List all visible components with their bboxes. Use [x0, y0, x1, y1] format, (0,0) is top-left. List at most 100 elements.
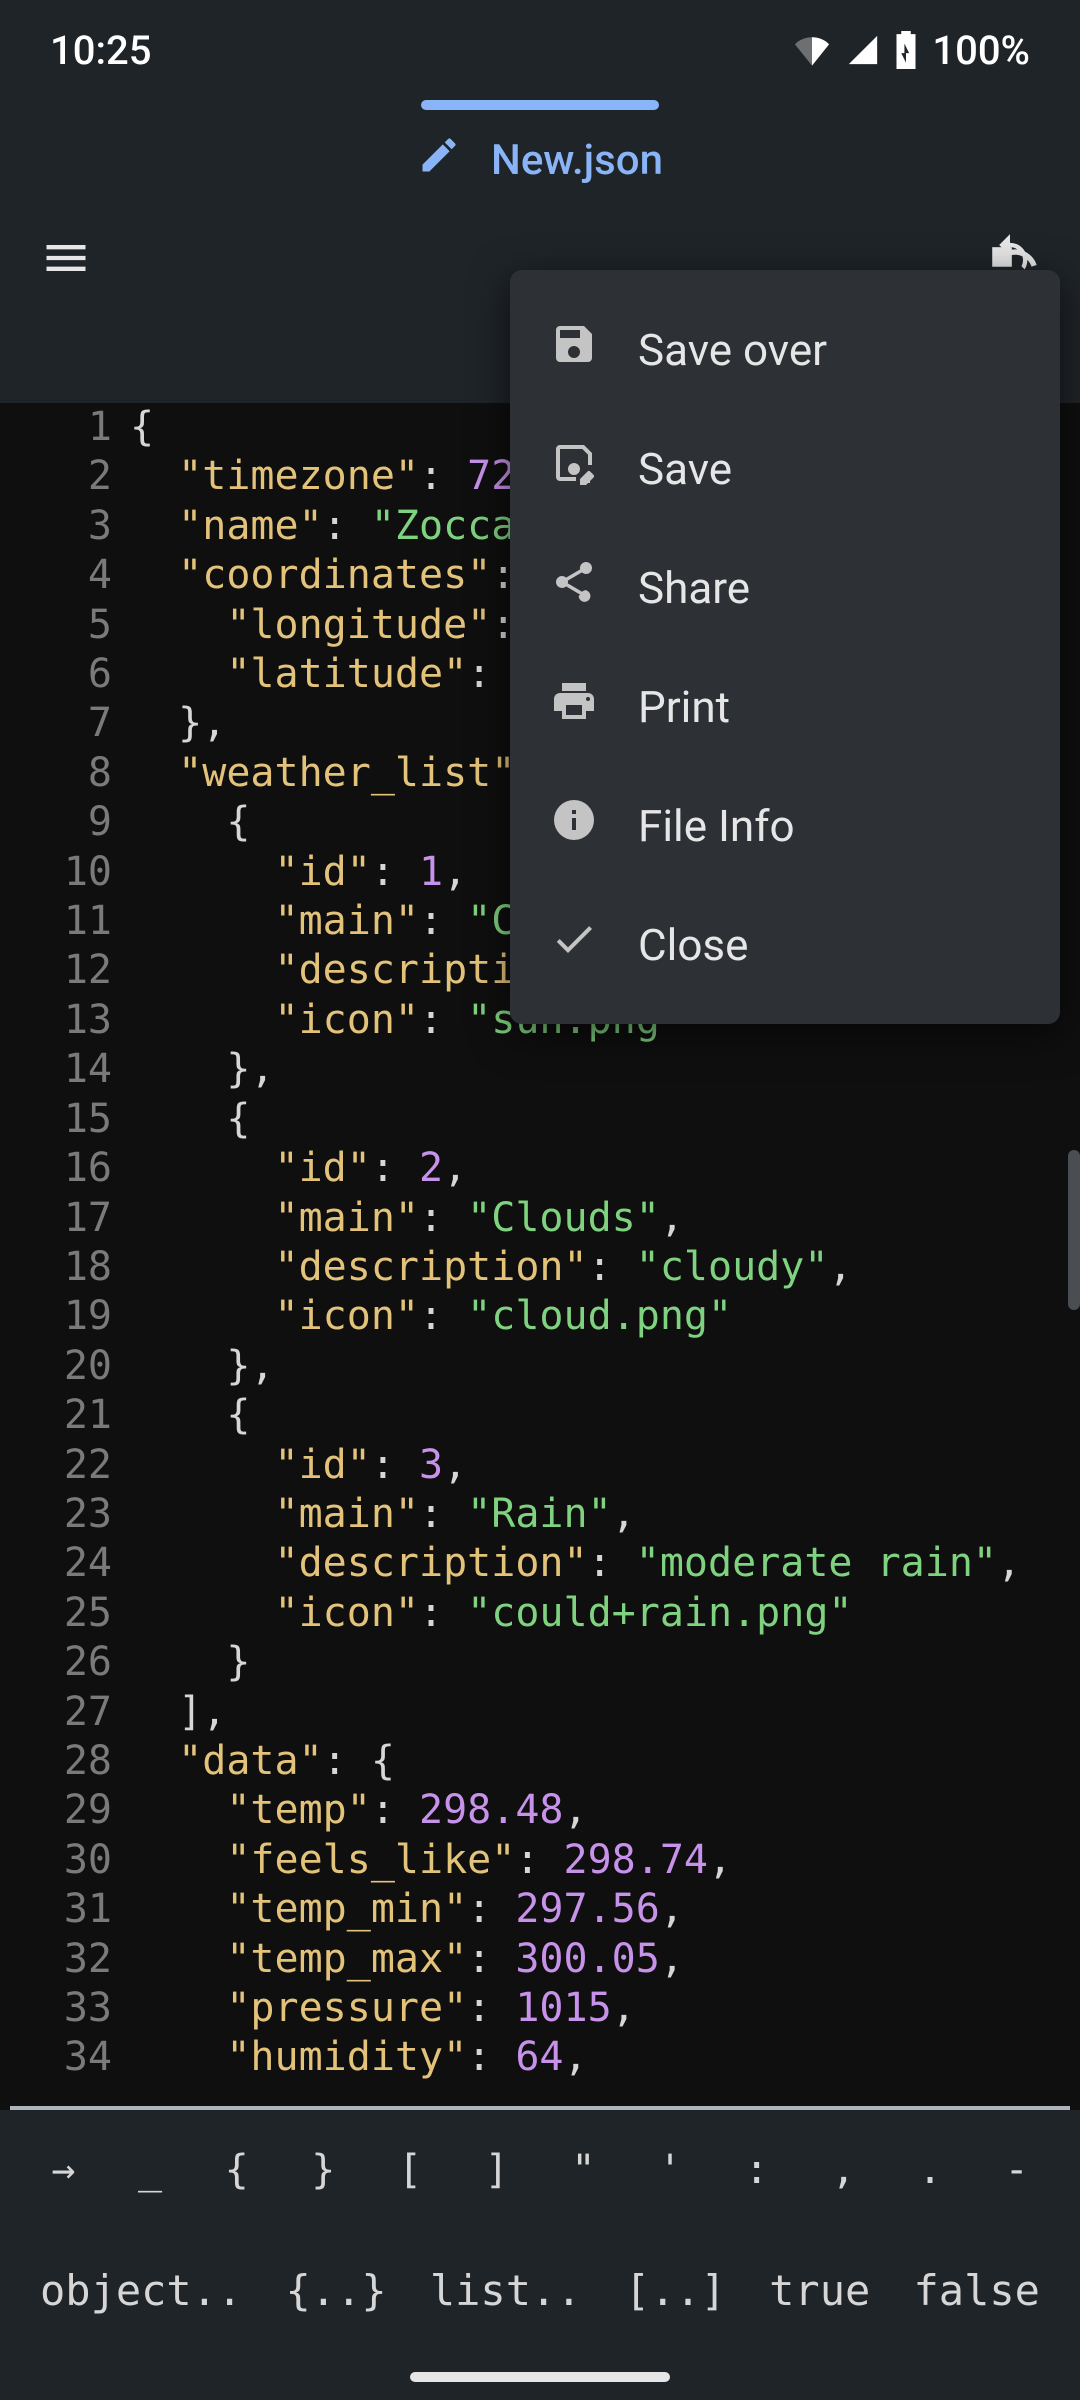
code-content[interactable]: "temp_max": 300.05,	[130, 1935, 684, 1984]
symbol-key[interactable]: "	[550, 2147, 617, 2193]
menu-print[interactable]: Print	[510, 647, 1060, 766]
code-line[interactable]: 28 "data": {	[0, 1737, 1080, 1786]
hamburger-menu-icon[interactable]	[40, 232, 92, 288]
code-content[interactable]: "feels_like": 298.74,	[130, 1836, 732, 1885]
symbol-key[interactable]: '	[637, 2147, 704, 2193]
snippet-row: object.. {..} list.. [..] true false	[0, 2230, 1080, 2350]
nav-home-indicator[interactable]	[410, 2372, 670, 2382]
code-content[interactable]: "description": "cloudy",	[130, 1243, 853, 1292]
line-number: 18	[0, 1243, 130, 1292]
code-content[interactable]: },	[130, 1045, 275, 1094]
code-line[interactable]: 32 "temp_max": 300.05,	[0, 1935, 1080, 1984]
symbol-row: → _ {} [] " ':,.-	[0, 2110, 1080, 2230]
line-number: 14	[0, 1045, 130, 1094]
symbol-key[interactable]: ,	[810, 2147, 877, 2193]
menu-close[interactable]: Close	[510, 885, 1060, 1004]
code-line[interactable]: 25 "icon": "could+rain.png"	[0, 1589, 1080, 1638]
code-content[interactable]: "name": "Zocca",	[130, 502, 564, 551]
code-content[interactable]: "description": "moderate rain",	[130, 1539, 1021, 1588]
scrollbar-thumb[interactable]	[1068, 1150, 1080, 1310]
code-content[interactable]: }	[130, 1638, 250, 1687]
code-content[interactable]: },	[130, 1342, 275, 1391]
save-as-icon	[550, 439, 598, 498]
line-number: 15	[0, 1095, 130, 1144]
code-line[interactable]: 18 "description": "cloudy",	[0, 1243, 1080, 1292]
code-line[interactable]: 17 "main": "Clouds",	[0, 1194, 1080, 1243]
code-content[interactable]: "temp": 298.48,	[130, 1786, 588, 1835]
pencil-icon	[417, 133, 461, 188]
code-content[interactable]: "icon": "cloud.png"	[130, 1292, 732, 1341]
symbol-key[interactable]: ]	[463, 2147, 530, 2193]
line-number: 24	[0, 1539, 130, 1588]
symbol-key[interactable]: {	[203, 2147, 270, 2193]
code-line[interactable]: 14 },	[0, 1045, 1080, 1094]
code-content[interactable]: "temp_min": 297.56,	[130, 1885, 684, 1934]
file-tab[interactable]: New.json	[0, 110, 1080, 210]
line-number: 25	[0, 1589, 130, 1638]
code-line[interactable]: 23 "main": "Rain",	[0, 1490, 1080, 1539]
line-number: 31	[0, 1885, 130, 1934]
code-content[interactable]: "main": "Clouds",	[130, 1194, 684, 1243]
menu-share[interactable]: Share	[510, 528, 1060, 647]
snippet-key[interactable]: false	[914, 2266, 1040, 2315]
file-name: New.json	[491, 136, 663, 185]
code-content[interactable]: "id": 3,	[130, 1441, 467, 1490]
code-line[interactable]: 30 "feels_like": 298.74,	[0, 1836, 1080, 1885]
code-content[interactable]: "id": 2,	[130, 1144, 467, 1193]
symbol-key[interactable]: .	[897, 2147, 964, 2193]
menu-label: Save	[638, 443, 732, 495]
code-line[interactable]: 24 "description": "moderate rain",	[0, 1539, 1080, 1588]
snippet-key[interactable]: {..}	[286, 2266, 387, 2315]
line-number: 21	[0, 1391, 130, 1440]
snippet-key[interactable]: object..	[40, 2266, 242, 2315]
code-content[interactable]: {	[130, 1391, 250, 1440]
code-content[interactable]: "data": {	[130, 1737, 395, 1786]
code-content[interactable]: "coordinates": {	[130, 551, 564, 600]
code-line[interactable]: 16 "id": 2,	[0, 1144, 1080, 1193]
code-content[interactable]: },	[130, 699, 226, 748]
menu-save-over[interactable]: Save over	[510, 290, 1060, 409]
code-line[interactable]: 19 "icon": "cloud.png"	[0, 1292, 1080, 1341]
line-number: 28	[0, 1737, 130, 1786]
snippet-key[interactable]: true	[769, 2266, 870, 2315]
symbol-key[interactable]: }	[290, 2147, 357, 2193]
code-content[interactable]: "main": "Rain",	[130, 1490, 636, 1539]
line-number: 6	[0, 650, 130, 699]
menu-file-info[interactable]: File Info	[510, 766, 1060, 885]
code-line[interactable]: 21 {	[0, 1391, 1080, 1440]
code-content[interactable]: {	[130, 403, 154, 452]
code-line[interactable]: 22 "id": 3,	[0, 1441, 1080, 1490]
symbol-key[interactable]: _	[117, 2147, 184, 2193]
code-line[interactable]: 34 "humidity": 64,	[0, 2033, 1080, 2082]
code-line[interactable]: 15 {	[0, 1095, 1080, 1144]
line-number: 32	[0, 1935, 130, 1984]
symbol-key[interactable]: :	[723, 2147, 790, 2193]
symbol-key[interactable]: -	[983, 2147, 1050, 2193]
code-content[interactable]: "id": 1,	[130, 848, 467, 897]
code-content[interactable]: {	[130, 1095, 250, 1144]
code-line[interactable]: 31 "temp_min": 297.56,	[0, 1885, 1080, 1934]
line-number: 13	[0, 996, 130, 1045]
code-content[interactable]: "icon": "could+rain.png"	[130, 1589, 852, 1638]
line-number: 3	[0, 502, 130, 551]
line-number: 2	[0, 452, 130, 501]
code-content[interactable]: ],	[130, 1688, 226, 1737]
symbol-key[interactable]: [	[377, 2147, 444, 2193]
menu-save[interactable]: Save	[510, 409, 1060, 528]
menu-label: Share	[638, 562, 750, 614]
code-line[interactable]: 26 }	[0, 1638, 1080, 1687]
check-icon	[550, 915, 598, 974]
code-content[interactable]: {	[130, 798, 250, 847]
code-content[interactable]: "pressure": 1015,	[130, 1984, 636, 2033]
symbol-key[interactable]: →	[30, 2147, 97, 2193]
code-line[interactable]: 29 "temp": 298.48,	[0, 1786, 1080, 1835]
code-line[interactable]: 27 ],	[0, 1688, 1080, 1737]
snippet-key[interactable]: [..]	[625, 2266, 726, 2315]
line-number: 27	[0, 1688, 130, 1737]
overflow-menu: Save over Save Share Print File Info Clo…	[510, 270, 1060, 1024]
snippet-key[interactable]: list..	[430, 2266, 582, 2315]
code-content[interactable]: "humidity": 64,	[130, 2033, 588, 2082]
code-line[interactable]: 33 "pressure": 1015,	[0, 1984, 1080, 2033]
code-line[interactable]: 20 },	[0, 1342, 1080, 1391]
line-number: 7	[0, 699, 130, 748]
